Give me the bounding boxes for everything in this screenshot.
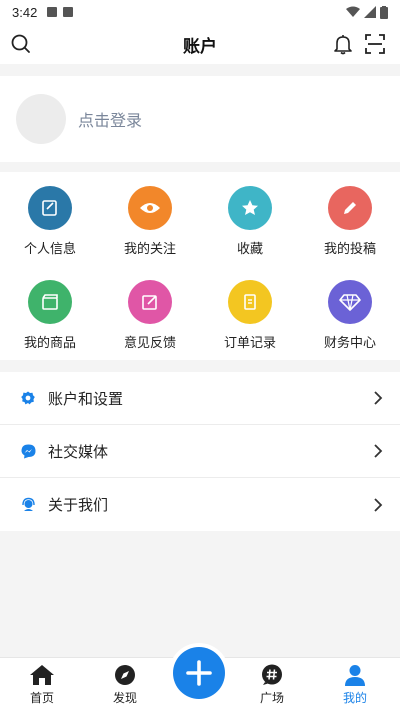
tab-mine[interactable]: 我的 <box>325 664 385 706</box>
tab-label: 我的 <box>342 691 367 705</box>
menu-item-label: 账户和设置 <box>48 389 124 408</box>
plus-icon <box>186 660 212 686</box>
grid-item-label: 我的商品 <box>23 336 76 351</box>
support-icon <box>20 497 36 513</box>
grid-item-orders[interactable]: 订单记录 <box>200 266 300 360</box>
grid-item-label: 订单记录 <box>223 336 276 351</box>
clapperboard-icon <box>28 280 72 324</box>
chevron-right-icon <box>374 391 383 405</box>
star-icon <box>228 186 272 230</box>
compass-icon <box>115 665 135 685</box>
grid-item-favorites[interactable]: 收藏 <box>200 172 300 266</box>
edit-icon <box>28 186 72 230</box>
notification-icon <box>47 7 58 17</box>
scan-icon[interactable] <box>364 33 386 55</box>
grid-item-follows[interactable]: 我的关注 <box>100 172 200 266</box>
chevron-right-icon <box>374 444 383 458</box>
grid-item-label: 我的投稿 <box>323 242 376 257</box>
login-card[interactable]: 点击登录 <box>0 76 400 162</box>
settings-menu: 账户和设置 社交媒体 关于我们 <box>0 372 400 531</box>
home-icon <box>30 665 54 685</box>
app-bar: 账户 <box>0 24 400 64</box>
hashtag-chat-icon <box>262 664 282 685</box>
status-bar: 3:42 <box>0 0 400 24</box>
feature-grid: 个人信息 我的关注 收藏 我的投稿 我的商品 意见反馈 订单记录 财务中心 <box>0 172 400 360</box>
grid-item-label: 财务中心 <box>323 336 376 351</box>
menu-item-label: 社交媒体 <box>48 442 109 461</box>
messenger-icon <box>20 443 36 459</box>
user-icon <box>345 665 365 686</box>
grid-item-profile[interactable]: 个人信息 <box>0 172 100 266</box>
pencil-icon <box>328 186 372 230</box>
receipt-icon <box>228 280 272 324</box>
menu-item-about-us[interactable]: 关于我们 <box>0 478 400 531</box>
login-prompt[interactable]: 点击登录 <box>78 107 142 131</box>
tab-discover[interactable]: 发现 <box>95 664 155 706</box>
bell-icon[interactable] <box>332 33 354 55</box>
grid-item-label: 收藏 <box>236 242 263 257</box>
tab-home[interactable]: 首页 <box>12 664 72 706</box>
menu-item-social-media[interactable]: 社交媒体 <box>0 425 400 478</box>
eye-icon <box>128 186 172 230</box>
menu-item-account-settings[interactable]: 账户和设置 <box>0 372 400 425</box>
grid-item-products[interactable]: 我的商品 <box>0 266 100 360</box>
tab-plaza[interactable]: 广场 <box>242 664 302 706</box>
wifi-icon <box>346 6 360 17</box>
feedback-icon <box>128 280 172 324</box>
notification-icon <box>63 7 74 17</box>
chevron-right-icon <box>374 497 383 512</box>
tab-label: 发现 <box>112 691 137 705</box>
tab-label: 首页 <box>29 691 54 705</box>
grid-item-label: 意见反馈 <box>123 336 176 351</box>
avatar[interactable] <box>16 94 66 144</box>
grid-item-label: 个人信息 <box>23 242 76 257</box>
status-time: 3:42 <box>12 4 38 20</box>
grid-item-label: 我的关注 <box>123 242 176 257</box>
grid-item-submissions[interactable]: 我的投稿 <box>300 172 400 266</box>
add-post-button[interactable] <box>173 647 225 699</box>
grid-item-finance[interactable]: 财务中心 <box>300 266 400 360</box>
battery-icon <box>380 5 388 19</box>
menu-item-label: 关于我们 <box>48 496 109 514</box>
diamond-icon <box>328 280 372 324</box>
page-title: 账户 <box>183 36 217 57</box>
tab-label: 广场 <box>259 691 284 705</box>
search-icon[interactable] <box>10 33 32 55</box>
gear-icon <box>20 390 36 406</box>
signal-icon <box>364 6 376 18</box>
grid-item-feedback[interactable]: 意见反馈 <box>100 266 200 360</box>
